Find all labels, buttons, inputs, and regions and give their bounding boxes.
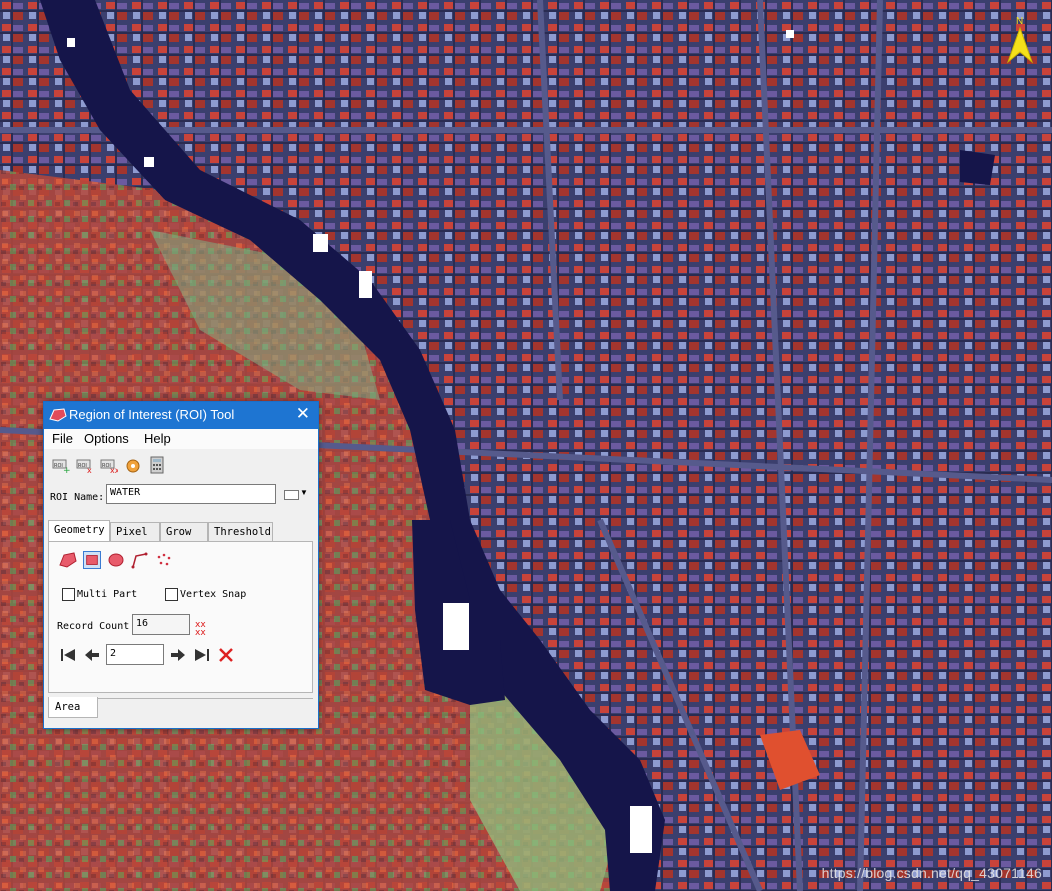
tab-area[interactable]: Area (48, 697, 98, 718)
north-arrow-icon: N (1006, 16, 1034, 64)
last-record-icon[interactable] (193, 646, 211, 664)
polyline-icon[interactable] (131, 551, 149, 569)
svg-text:x: x (87, 466, 92, 474)
roi-rectangle (359, 271, 372, 298)
tab-bar: Geometry Pixel Grow Threshold (48, 520, 318, 542)
tab-grow[interactable]: Grow (160, 522, 208, 541)
multi-part-checkbox[interactable] (62, 588, 75, 601)
watermark: https://blog.csdn.net/qq_43071146 (821, 865, 1042, 881)
polygon-icon[interactable] (59, 551, 77, 569)
svg-text:ROI: ROI (54, 463, 63, 469)
menu-file[interactable]: File (52, 431, 73, 446)
menu-options[interactable]: Options (84, 431, 129, 446)
next-record-icon[interactable] (169, 646, 187, 664)
title-bar[interactable]: Region of Interest (ROI) Tool ✕ (44, 402, 318, 429)
record-count-label: Record Count (57, 621, 130, 632)
go-to-roi-icon[interactable] (124, 456, 142, 474)
first-record-icon[interactable] (59, 646, 77, 664)
roi-rectangle (144, 157, 154, 167)
delete-all-roi-icon[interactable]: ROI xx (100, 456, 118, 474)
toolbar: ROI + ROI x ROI xx (44, 452, 318, 480)
delete-record-icon[interactable] (217, 646, 235, 664)
svg-text:xx: xx (110, 466, 118, 474)
chevron-down-icon[interactable]: ▼ (300, 488, 308, 497)
roi-rectangle (67, 38, 75, 47)
new-roi-icon[interactable]: ROI + (52, 456, 70, 474)
delete-records-icon[interactable]: xxxx (194, 618, 212, 636)
geometry-panel: Multi Part Vertex Snap Record Count 16 x… (48, 541, 313, 693)
previous-record-icon[interactable] (83, 646, 101, 664)
close-icon[interactable]: ✕ (296, 405, 310, 423)
area-tab-bar: Area (48, 697, 313, 721)
point-icon[interactable] (155, 551, 173, 569)
svg-text:ROI: ROI (78, 463, 87, 469)
calculator-icon[interactable] (148, 456, 166, 474)
roi-name-input[interactable]: WATER (106, 484, 276, 504)
tab-pixel[interactable]: Pixel (110, 522, 160, 541)
tab-threshold[interactable]: Threshold (208, 522, 273, 541)
menu-bar: File Options Help (44, 429, 318, 449)
multi-part-label: Multi Part (77, 589, 138, 600)
menu-help[interactable]: Help (144, 431, 171, 446)
svg-text:xx: xx (195, 628, 206, 636)
tab-geometry[interactable]: Geometry (48, 520, 110, 541)
roi-rectangle (786, 30, 794, 38)
roi-rectangle (443, 603, 469, 650)
delete-roi-icon[interactable]: ROI x (76, 456, 94, 474)
north-label: N (1016, 16, 1023, 27)
rectangle-icon[interactable] (83, 551, 101, 569)
svg-text:+: + (63, 466, 70, 474)
roi-rectangle (313, 234, 328, 252)
record-number-input[interactable]: 2 (106, 644, 164, 665)
roi-color-swatch[interactable] (284, 490, 299, 500)
vertex-snap-label: Vertex Snap (180, 589, 247, 600)
roi-app-icon (49, 408, 67, 422)
vertex-snap-checkbox[interactable] (165, 588, 178, 601)
record-count-field: 16 (132, 614, 190, 635)
dialog-title: Region of Interest (ROI) Tool (69, 407, 235, 422)
roi-tool-dialog: Region of Interest (ROI) Tool ✕ File Opt… (43, 401, 319, 729)
roi-rectangle (630, 806, 652, 853)
ellipse-icon[interactable] (107, 551, 125, 569)
roi-name-label: ROI Name: (50, 492, 105, 503)
